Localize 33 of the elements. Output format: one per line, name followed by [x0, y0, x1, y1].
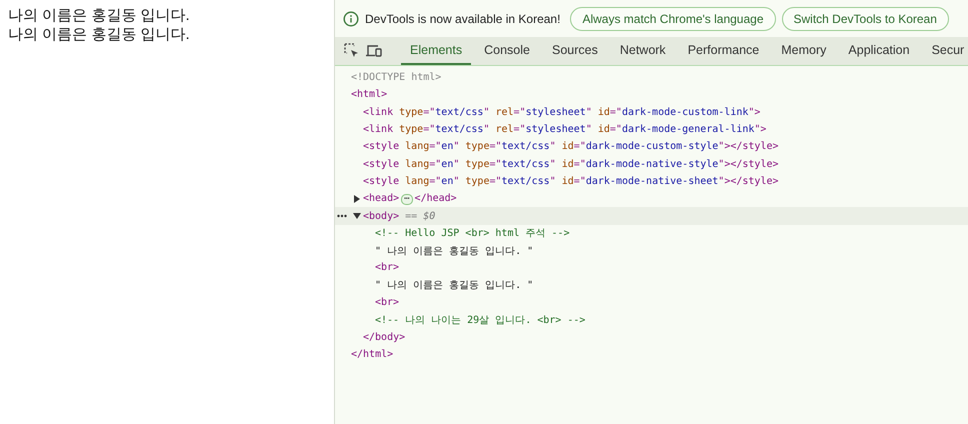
tab[interactable]: Performance: [678, 37, 768, 65]
code-line[interactable]: <br>: [375, 262, 400, 274]
info-button[interactable]: Switch DevTools to Korean: [782, 6, 949, 30]
more-icon[interactable]: [337, 214, 347, 218]
code-line[interactable]: <style lang="en" type="text/css" id="dark-mode-custom-style"></style>: [363, 141, 779, 152]
code-line[interactable]: " 나의 이름은 홍길동 입니다. ": [375, 278, 534, 292]
tab[interactable]: Console: [475, 37, 539, 65]
code-line[interactable]: </html>: [351, 348, 394, 360]
code-line[interactable]: <link type="text/css" rel="stylesheet" id="dark-mode-custom-link">: [363, 106, 760, 118]
code-line[interactable]: <style lang="en" type="text/css" id="dark-mode-native-style"></style>: [363, 158, 779, 170]
expand-arrow-icon[interactable]: [353, 194, 361, 203]
code-line[interactable]: <body> == $0: [363, 210, 436, 222]
code-line[interactable]: <!-- Hello JSP <br> html 주석 -->: [375, 226, 570, 240]
tab[interactable]: Network: [610, 37, 675, 65]
tab[interactable]: Elements: [401, 37, 472, 65]
tab[interactable]: Memory: [772, 37, 836, 65]
code-line[interactable]: </body>: [363, 332, 406, 343]
page-text: 나의 이름은 홍길동 입니다.: [8, 25, 191, 44]
info-message: DevTools is now available in Korean!: [365, 12, 560, 26]
page-text: 나의 이름은 홍길동 입니다.: [8, 6, 191, 25]
code-line[interactable]: <!-- 나의 나이는 29살 입니다. <br> -->: [375, 312, 586, 327]
code-line[interactable]: <head> ⋯ </head>: [363, 192, 457, 205]
code-line[interactable]: " 나의 이름은 홍길동 입니다. ": [375, 244, 534, 258]
code-line[interactable]: <html>: [351, 89, 388, 100]
code-line[interactable]: <style lang="en" type="text/css" id="dark-mode-native-sheet"></style>: [363, 176, 779, 187]
tab[interactable]: Application: [839, 37, 919, 65]
tab[interactable]: Secur: [922, 37, 968, 65]
code-line[interactable]: <link type="text/css" rel="stylesheet" id="dark-mode-general-link">: [363, 124, 766, 136]
code-line[interactable]: <br>: [375, 297, 400, 308]
tab[interactable]: Sources: [542, 37, 607, 65]
collapse-arrow-icon[interactable]: [353, 212, 361, 220]
info-icon: [343, 10, 359, 26]
info-button[interactable]: Always match Chrome's language: [570, 6, 776, 30]
